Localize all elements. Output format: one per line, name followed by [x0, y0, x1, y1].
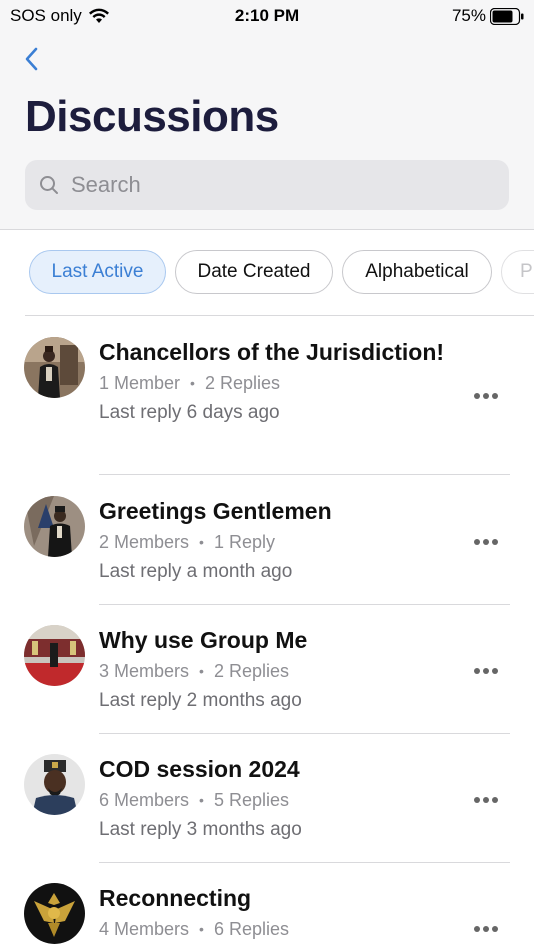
separator-dot: • [199, 792, 204, 808]
reply-count: 2 Replies [204, 373, 280, 393]
member-count: 2 Members [99, 532, 190, 552]
more-dot [474, 393, 480, 399]
more-dot [483, 797, 489, 803]
member-count: 6 Members [99, 790, 190, 810]
avatar [24, 754, 85, 815]
back-button[interactable] [18, 44, 44, 74]
discussion-row[interactable]: Why use Group Me 3 Members • 2 Replies L… [0, 604, 534, 734]
more-dot [483, 539, 489, 545]
discussion-text: Chancellors of the Jurisdiction! 1 Membe… [99, 338, 459, 424]
more-dot [474, 926, 480, 932]
discussion-text: COD session 2024 6 Members • 5 Replies L… [99, 755, 459, 841]
last-reply: Last reply a month ago [99, 561, 293, 582]
more-dot [492, 539, 498, 545]
separator-dot: • [199, 921, 204, 937]
discussion-meta: 4 Members • 6 Replies [99, 918, 459, 940]
filter-alphabetical[interactable]: Alphabetical [342, 250, 492, 294]
discussion-title: COD session 2024 [99, 756, 300, 782]
battery-percent: 75% [451, 6, 486, 25]
discussion-meta: 6 Members • 5 Replies [99, 789, 459, 811]
more-dot [474, 539, 480, 545]
avatar [24, 883, 85, 944]
status-bar: SOS only 2:10 PM 75% [0, 0, 534, 32]
discussion-title: Why use Group Me [99, 627, 308, 653]
discussion-row[interactable]: COD session 2024 6 Members • 5 Replies L… [0, 733, 534, 863]
more-dot [474, 797, 480, 803]
discussion-title: Reconnecting [99, 885, 252, 911]
status-battery-group: 75% [452, 6, 524, 26]
filter-chips: Last Active Date Created Alphabetical P [0, 250, 534, 296]
avatar [24, 337, 85, 398]
last-reply: Last reply 3 months ago [99, 819, 302, 840]
discussion-title: Chancellors of the Jurisdiction! [99, 339, 445, 365]
member-count: 1 Member [99, 373, 181, 393]
more-options-button[interactable] [472, 384, 500, 408]
discussion-text: Reconnecting 4 Members • 6 Replies [99, 884, 459, 940]
separator-dot: • [190, 375, 195, 391]
reply-count: 6 Replies [213, 919, 289, 939]
last-reply: Last reply 2 months ago [99, 690, 302, 711]
discussion-meta: 2 Members • 1 Reply [99, 531, 459, 553]
more-options-button[interactable] [472, 788, 500, 812]
more-dot [492, 797, 498, 803]
search-icon [40, 176, 58, 194]
more-dot [483, 393, 489, 399]
member-count: 4 Members [99, 919, 190, 939]
last-reply: Last reply 6 days ago [99, 402, 280, 423]
avatar [24, 625, 85, 686]
reply-count: 5 Replies [213, 790, 289, 810]
more-dot [474, 668, 480, 674]
filter-next[interactable]: P [501, 250, 534, 294]
filter-date-created[interactable]: Date Created [175, 250, 333, 294]
more-dot [492, 926, 498, 932]
discussion-text: Greetings Gentlemen 2 Members • 1 Reply … [99, 497, 459, 583]
reply-count: 1 Reply [213, 532, 275, 552]
filter-last-active[interactable]: Last Active [29, 250, 166, 294]
discussion-title: Greetings Gentlemen [99, 498, 332, 524]
separator-dot: • [199, 663, 204, 679]
more-dot [492, 668, 498, 674]
header-area: SOS only 2:10 PM 75% Discussions [0, 0, 534, 230]
more-options-button[interactable] [472, 917, 500, 941]
more-options-button[interactable] [472, 659, 500, 683]
chevron-left-icon [25, 47, 38, 71]
avatar [24, 496, 85, 557]
reply-count: 2 Replies [213, 661, 289, 681]
more-dot [483, 926, 489, 932]
search-bar[interactable] [25, 160, 509, 210]
discussion-text: Why use Group Me 3 Members • 2 Replies L… [99, 626, 459, 712]
discussion-meta: 3 Members • 2 Replies [99, 660, 459, 682]
discussion-row[interactable]: Reconnecting 4 Members • 6 Replies [0, 862, 534, 950]
battery-icon [490, 7, 524, 25]
separator-dot: • [199, 534, 204, 550]
search-input[interactable] [71, 172, 471, 198]
more-options-button[interactable] [472, 530, 500, 554]
discussion-meta: 1 Member • 2 Replies [99, 372, 459, 394]
more-dot [483, 668, 489, 674]
page-title: Discussions [25, 92, 279, 141]
discussion-row[interactable]: Greetings Gentlemen 2 Members • 1 Reply … [0, 475, 534, 605]
discussion-row[interactable]: Chancellors of the Jurisdiction! 1 Membe… [0, 316, 534, 475]
member-count: 3 Members [99, 661, 190, 681]
more-dot [492, 393, 498, 399]
